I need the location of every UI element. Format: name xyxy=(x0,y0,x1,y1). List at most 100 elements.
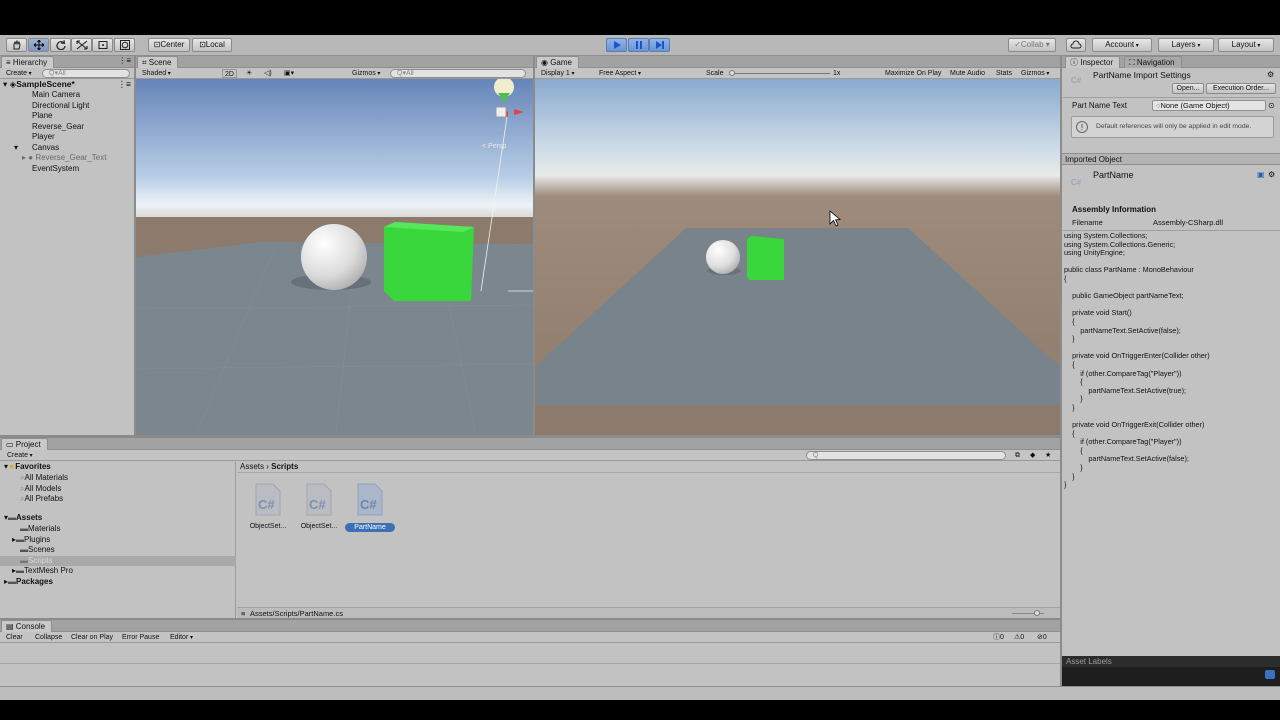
panel-menu-icon[interactable]: ⋮≡ xyxy=(118,56,131,65)
audio-toggle-icon[interactable]: ◁) xyxy=(264,69,272,78)
hierarchy-item-reverse-gear-text[interactable]: ▸ ● Reverse_Gear_Text xyxy=(22,153,106,164)
lighting-toggle-icon[interactable]: ☀ xyxy=(246,69,252,78)
script-file-objectset-1[interactable]: C# xyxy=(255,483,281,516)
open-button[interactable]: Open... xyxy=(1172,83,1204,94)
breadcrumb-scripts[interactable]: Scripts xyxy=(271,462,298,471)
maximize-on-play-toggle[interactable]: Maximize On Play xyxy=(885,69,941,78)
settings-gear-icon[interactable]: ⚙ xyxy=(1267,70,1274,79)
hierarchy-search-input[interactable]: Q▾All xyxy=(42,69,130,78)
folder-plugins[interactable]: ▸▬Plugins xyxy=(12,535,50,546)
console-clear-button[interactable]: Clear xyxy=(6,633,23,642)
favorite-star-icon[interactable]: ★ xyxy=(1045,451,1051,460)
step-button[interactable] xyxy=(649,38,670,52)
script-file-partname[interactable]: C# xyxy=(357,483,383,516)
pivot-center-button[interactable]: ⊡Center xyxy=(148,38,190,52)
project-create-button[interactable]: Create xyxy=(7,451,33,460)
pivot-local-button[interactable]: ⊡Local xyxy=(192,38,232,52)
rotate-tool-button[interactable] xyxy=(50,38,71,52)
expand-arrow-icon[interactable]: ▾ xyxy=(3,79,7,89)
tab-hierarchy[interactable]: ≡ Hierarchy xyxy=(1,56,55,68)
packages-row[interactable]: ▸▬Packages xyxy=(4,577,53,588)
console-error-pause-toggle[interactable]: Error Pause xyxy=(122,633,159,642)
label-tag-icon[interactable] xyxy=(1265,670,1275,679)
transform-tool-button[interactable] xyxy=(114,38,135,52)
effects-dropdown-icon[interactable]: ▣▾ xyxy=(284,69,294,78)
asset-labels-header[interactable]: Asset Labels xyxy=(1062,656,1280,667)
pause-button[interactable] xyxy=(628,38,649,52)
favorite-all-prefabs[interactable]: ⌕All Prefabs xyxy=(20,494,63,505)
tab-console[interactable]: ▤ Console xyxy=(1,620,53,632)
project-search-input[interactable]: Q xyxy=(806,451,1006,460)
scale-tool-button[interactable] xyxy=(71,38,92,52)
console-warning-toggle[interactable]: ⚠0 xyxy=(1014,633,1024,642)
scene-menu-icon[interactable]: ⋮≡ xyxy=(118,79,131,89)
hierarchy-item-directional-light[interactable]: Directional Light xyxy=(32,101,89,112)
hierarchy-create-button[interactable]: Create xyxy=(6,69,32,78)
scale-slider-track[interactable] xyxy=(730,73,830,74)
console-editor-dropdown[interactable]: Editor xyxy=(170,633,193,642)
execution-order-button[interactable]: Execution Order... xyxy=(1206,83,1276,94)
expand-arrow-icon[interactable]: ▾ xyxy=(14,143,32,153)
folder-scenes[interactable]: ▬Scenes xyxy=(20,545,55,556)
splitter[interactable] xyxy=(0,618,1060,620)
scene-gizmos-dropdown[interactable]: Gizmos xyxy=(352,69,380,78)
game-viewport[interactable] xyxy=(535,79,1060,435)
favorite-all-materials[interactable]: ⌕All Materials xyxy=(20,473,68,484)
cloud-button[interactable] xyxy=(1066,38,1086,52)
green-cube-object[interactable] xyxy=(384,222,474,301)
object-picker-icon[interactable]: ⊙ xyxy=(1268,101,1275,110)
2d-toggle[interactable]: 2D xyxy=(222,69,237,78)
persp-label[interactable]: < Persp xyxy=(482,143,506,150)
hand-tool-button[interactable] xyxy=(6,38,27,52)
splitter[interactable] xyxy=(0,435,1060,438)
scene-root-row[interactable]: ▾ ◈SampleScene* ⋮≡ xyxy=(0,79,134,90)
folder-textmesh-pro[interactable]: ▸▬TextMesh Pro xyxy=(12,566,73,577)
shading-mode-dropdown[interactable]: Shaded xyxy=(142,69,216,78)
display-dropdown[interactable]: Display 1 xyxy=(541,69,591,78)
assets-row[interactable]: ▾▬Assets xyxy=(4,513,42,524)
tab-navigation[interactable]: ⛶ Navigation xyxy=(1124,56,1182,68)
mute-audio-toggle[interactable]: Mute Audio xyxy=(950,69,985,78)
hierarchy-item-reverse-gear[interactable]: Reverse_Gear xyxy=(32,122,84,133)
filter-type-icon[interactable]: ⧉ xyxy=(1015,451,1020,460)
favorite-all-models[interactable]: ⌕All Models xyxy=(20,484,61,495)
tab-game[interactable]: ◉ Game xyxy=(536,56,579,68)
scene-viewport[interactable]: < Persp xyxy=(136,79,533,435)
scale-slider-thumb[interactable] xyxy=(729,70,735,76)
splitter[interactable] xyxy=(1060,56,1062,686)
icon-size-slider-thumb[interactable] xyxy=(1034,610,1040,616)
hierarchy-item-canvas[interactable]: ▾ Canvas xyxy=(14,143,59,154)
hierarchy-item-event-system[interactable]: EventSystem xyxy=(32,164,79,175)
console-clear-on-play-toggle[interactable]: Clear on Play xyxy=(71,633,113,642)
rect-tool-button[interactable] xyxy=(92,38,113,52)
splitter[interactable] xyxy=(533,56,535,436)
hierarchy-item-plane[interactable]: Plane xyxy=(32,111,52,122)
account-dropdown[interactable]: Account xyxy=(1092,38,1152,52)
console-collapse-toggle[interactable]: Collapse xyxy=(35,633,62,642)
splitter[interactable] xyxy=(134,56,136,436)
hierarchy-item-main-camera[interactable]: Main Camera xyxy=(32,90,80,101)
aspect-dropdown[interactable]: Free Aspect xyxy=(599,69,705,78)
breadcrumb-assets[interactable]: Assets xyxy=(240,462,264,471)
folder-materials[interactable]: ▬Materials xyxy=(20,524,60,535)
help-book-icon[interactable]: ▣ xyxy=(1257,170,1265,179)
play-button[interactable] xyxy=(606,38,627,52)
object-gear-icon[interactable]: ⚙ xyxy=(1268,170,1275,179)
tab-scene[interactable]: ⌗ Scene xyxy=(137,56,179,68)
filter-label-icon[interactable]: ◆ xyxy=(1030,451,1035,460)
game-gizmos-dropdown[interactable]: Gizmos xyxy=(1021,69,1049,78)
scene-search-input[interactable]: Q▾All xyxy=(390,69,526,78)
collab-dropdown[interactable]: ✓Collab ▾ xyxy=(1008,38,1056,52)
stats-toggle[interactable]: Stats xyxy=(996,69,1012,78)
hierarchy-item-player[interactable]: Player xyxy=(32,132,55,143)
console-error-toggle[interactable]: ⊘0 xyxy=(1037,633,1047,642)
layers-dropdown[interactable]: Layers xyxy=(1158,38,1214,52)
tab-inspector[interactable]: ⓘ Inspector xyxy=(1065,56,1121,68)
layout-dropdown[interactable]: Layout xyxy=(1218,38,1274,52)
console-log-toggle[interactable]: ⓘ0 xyxy=(993,633,1004,642)
part-name-text-field[interactable]: ◌None (Game Object) xyxy=(1152,100,1266,111)
sphere-object[interactable] xyxy=(301,224,367,290)
favorites-row[interactable]: ▾★Favorites xyxy=(4,462,51,473)
folder-scripts-selected[interactable]: ▬Scripts xyxy=(0,555,236,566)
script-file-objectset-2[interactable]: C# xyxy=(306,483,332,516)
